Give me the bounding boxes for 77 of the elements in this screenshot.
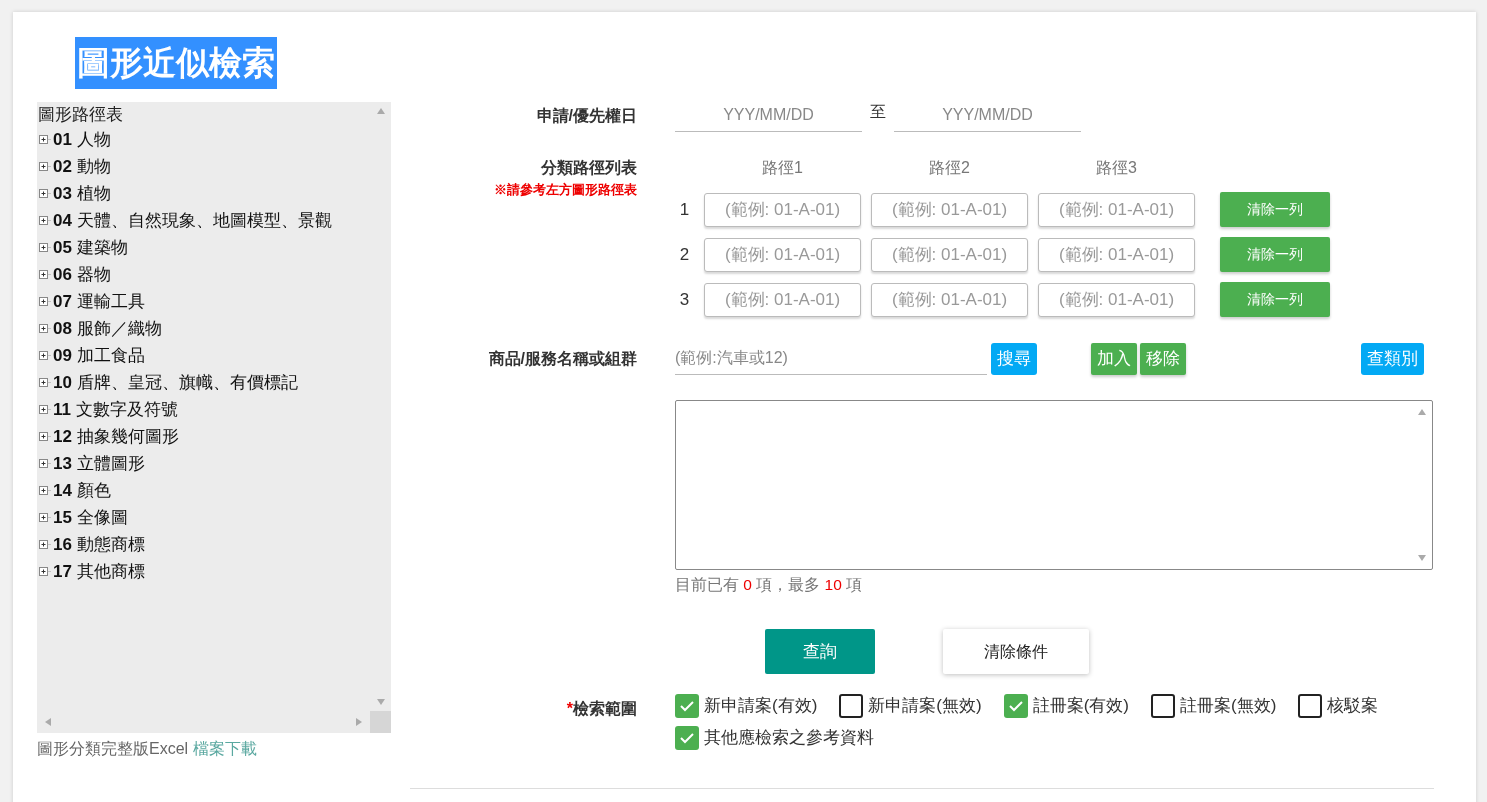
- expand-icon[interactable]: [38, 565, 51, 578]
- field-label: *檢索範圍: [565, 699, 637, 720]
- expand-icon[interactable]: [38, 160, 51, 173]
- expand-icon[interactable]: [38, 430, 51, 443]
- tree-heading: 圖形路徑表: [38, 104, 124, 126]
- query-button[interactable]: 查詢: [765, 629, 875, 675]
- tree-item[interactable]: 14 顏色: [51, 477, 111, 504]
- path-input[interactable]: (範例: 01-A-01): [871, 237, 1028, 272]
- row-number: 3: [678, 288, 691, 311]
- checkbox[interactable]: [1298, 694, 1323, 718]
- field-label: 商品/服務名稱或組群: [487, 349, 637, 369]
- expand-icon[interactable]: [38, 241, 51, 254]
- row-number: 1: [678, 198, 691, 221]
- checkbox-label: 註冊案(無效): [1180, 695, 1277, 718]
- hint-text: ※請參考左方圖形路徑表: [493, 181, 637, 199]
- tree-item[interactable]: 12 抽象幾何圖形: [51, 423, 179, 450]
- row-number: 2: [678, 243, 691, 266]
- check-icon: [679, 700, 695, 712]
- tree-item[interactable]: 06 器物: [51, 261, 111, 288]
- expand-icon[interactable]: [38, 457, 51, 470]
- expand-icon[interactable]: [38, 268, 51, 281]
- tree-item[interactable]: 15 全像圖: [51, 504, 128, 531]
- path-input[interactable]: (範例: 01-A-01): [871, 282, 1028, 317]
- expand-icon[interactable]: [38, 376, 51, 389]
- tree-item[interactable]: 10 盾牌、皇冠、旗幟、有價標記: [51, 369, 298, 396]
- tree-item[interactable]: 03 植物: [51, 180, 111, 207]
- checkbox[interactable]: [675, 725, 699, 750]
- checkbox-label: 核駁案: [1327, 695, 1379, 718]
- path-input[interactable]: (範例: 01-A-01): [1038, 192, 1195, 227]
- column-header: 路徑2: [928, 158, 971, 178]
- expand-icon[interactable]: [38, 484, 51, 497]
- column-header: 路徑3: [1095, 158, 1138, 178]
- tree-item[interactable]: 02 動物: [51, 153, 111, 180]
- expand-icon[interactable]: [38, 214, 51, 227]
- tree-item[interactable]: 09 加工食品: [51, 342, 145, 369]
- field-label: 分類路徑列表: [540, 158, 637, 178]
- expand-icon[interactable]: [38, 403, 51, 416]
- path-input[interactable]: (範例: 01-A-01): [704, 237, 861, 272]
- path-input[interactable]: (範例: 01-A-01): [1038, 237, 1195, 272]
- tree-item[interactable]: 17 其他商標: [51, 558, 145, 585]
- check-icon: [679, 731, 695, 744]
- tree-item[interactable]: 01 人物: [51, 126, 111, 153]
- tree-item[interactable]: 11 文數字及符號: [51, 396, 178, 423]
- path-input[interactable]: (範例: 01-A-01): [1038, 282, 1195, 317]
- checkbox[interactable]: [839, 694, 864, 718]
- download-text: 圖形分類完整版Excel: [37, 740, 189, 757]
- tree-item[interactable]: 07 運輸工具: [51, 288, 145, 315]
- path-input[interactable]: (範例: 01-A-01): [704, 192, 861, 227]
- expand-icon[interactable]: [38, 295, 51, 308]
- scrollbar-corner: [370, 711, 391, 733]
- expand-icon[interactable]: [38, 349, 51, 362]
- expand-icon[interactable]: [38, 538, 51, 551]
- count-text: 目前已有 0 項，最多 10 項: [675, 575, 864, 595]
- clear-button[interactable]: 清除條件: [943, 629, 1089, 675]
- tree-item[interactable]: 13 立體圖形: [51, 450, 145, 477]
- check-icon: [1007, 700, 1024, 712]
- tree-item[interactable]: 16 動態商標: [51, 531, 145, 558]
- checkbox-label: 新申請案(有效): [704, 695, 818, 718]
- path-input[interactable]: (範例: 01-A-01): [871, 192, 1028, 227]
- expand-icon[interactable]: [38, 322, 51, 335]
- tree-item[interactable]: 04 天體、自然現象、地圖模型、景觀: [51, 207, 332, 234]
- checkbox[interactable]: [675, 694, 699, 718]
- field-label: 申請/優先權日: [535, 106, 637, 126]
- tree-item[interactable]: 05 建築物: [51, 234, 128, 261]
- expand-icon[interactable]: [38, 187, 51, 200]
- checkbox-label: 新申請案(無效): [868, 695, 982, 718]
- checkbox[interactable]: [1003, 694, 1028, 718]
- tree-item[interactable]: 08 服飾／織物: [51, 315, 162, 342]
- page-title: 圖形近似檢索: [75, 37, 277, 89]
- checkbox-label: 其他應檢索之參考資料: [704, 726, 874, 749]
- separator-text: 至: [870, 102, 886, 122]
- path-input[interactable]: (範例: 01-A-01): [704, 282, 861, 317]
- checkbox-label: 註冊案(有效): [1032, 695, 1129, 718]
- checkbox[interactable]: [1151, 694, 1175, 718]
- column-header: 路徑1: [761, 158, 804, 178]
- expand-icon[interactable]: [38, 133, 51, 146]
- expand-icon[interactable]: [38, 511, 51, 524]
